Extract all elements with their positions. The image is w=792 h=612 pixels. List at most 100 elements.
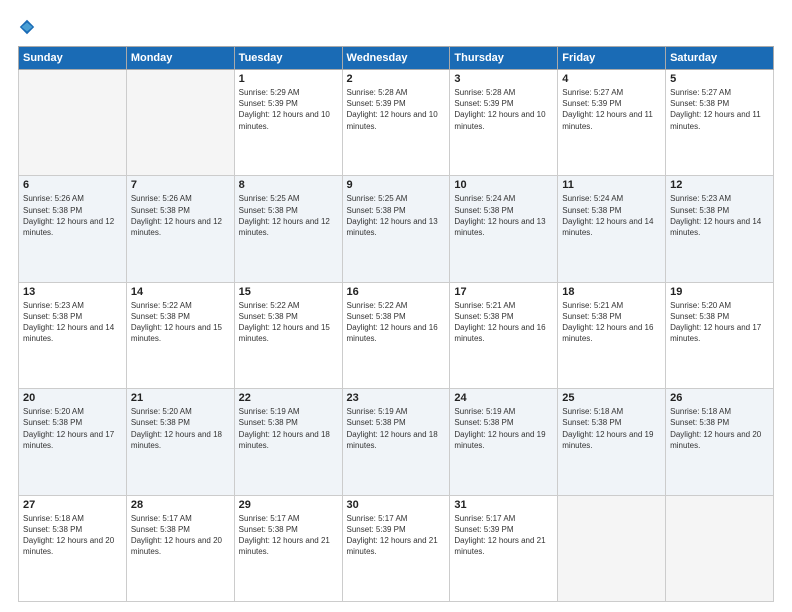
week-row-2: 6 Sunrise: 5:26 AMSunset: 5:38 PMDaylight… bbox=[19, 176, 774, 282]
day-detail: Sunrise: 5:20 AMSunset: 5:38 PMDaylight:… bbox=[23, 406, 122, 451]
day-detail: Sunrise: 5:28 AMSunset: 5:39 PMDaylight:… bbox=[454, 87, 553, 132]
weekday-wednesday: Wednesday bbox=[342, 47, 450, 70]
calendar-cell: 6 Sunrise: 5:26 AMSunset: 5:38 PMDaylight… bbox=[19, 176, 127, 282]
page: SundayMondayTuesdayWednesdayThursdayFrid… bbox=[0, 0, 792, 612]
calendar-cell: 2 Sunrise: 5:28 AMSunset: 5:39 PMDaylight… bbox=[342, 70, 450, 176]
calendar-cell: 9 Sunrise: 5:25 AMSunset: 5:38 PMDaylight… bbox=[342, 176, 450, 282]
day-detail: Sunrise: 5:25 AMSunset: 5:38 PMDaylight:… bbox=[347, 193, 446, 238]
day-detail: Sunrise: 5:21 AMSunset: 5:38 PMDaylight:… bbox=[562, 300, 661, 345]
day-number: 10 bbox=[454, 179, 553, 191]
day-number: 1 bbox=[239, 73, 338, 85]
calendar-cell: 4 Sunrise: 5:27 AMSunset: 5:39 PMDaylight… bbox=[558, 70, 666, 176]
day-number: 25 bbox=[562, 392, 661, 404]
calendar-cell: 23Sunrise: 5:19 AMSunset: 5:38 PMDayligh… bbox=[342, 389, 450, 495]
week-row-4: 20 Sunrise: 5:20 AMSunset: 5:38 PMDayligh… bbox=[19, 389, 774, 495]
day-detail: Sunrise: 5:18 AMSunset: 5:38 PMDaylight:… bbox=[562, 406, 661, 451]
week-row-1: 1 Sunrise: 5:29 AMSunset: 5:39 PMDaylight… bbox=[19, 70, 774, 176]
day-detail: Sunrise: 5:17 AMSunset: 5:38 PMDaylight:… bbox=[239, 513, 338, 558]
calendar-cell: 15 Sunrise: 5:22 AMSunset: 5:38 PMDayligh… bbox=[234, 282, 342, 388]
day-number: 4 bbox=[562, 73, 661, 85]
calendar-cell: 27 Sunrise: 5:18 AMSunset: 5:38 PMDayligh… bbox=[19, 495, 127, 601]
day-detail: Sunrise: 5:18 AMSunset: 5:38 PMDaylight:… bbox=[23, 513, 122, 558]
calendar-cell: 30Sunrise: 5:17 AMSunset: 5:39 PMDayligh… bbox=[342, 495, 450, 601]
calendar-cell: 7 Sunrise: 5:26 AMSunset: 5:38 PMDaylight… bbox=[126, 176, 234, 282]
calendar-cell: 26 Sunrise: 5:18 AMSunset: 5:38 PMDayligh… bbox=[666, 389, 774, 495]
calendar-cell: 14Sunrise: 5:22 AMSunset: 5:38 PMDayligh… bbox=[126, 282, 234, 388]
day-number: 21 bbox=[131, 392, 230, 404]
calendar-cell: 21 Sunrise: 5:20 AMSunset: 5:38 PMDayligh… bbox=[126, 389, 234, 495]
day-number: 22 bbox=[239, 392, 338, 404]
day-detail: Sunrise: 5:24 AMSunset: 5:38 PMDaylight:… bbox=[454, 193, 553, 238]
day-detail: Sunrise: 5:19 AMSunset: 5:38 PMDaylight:… bbox=[239, 406, 338, 451]
day-detail: Sunrise: 5:21 AMSunset: 5:38 PMDaylight:… bbox=[454, 300, 553, 345]
day-detail: Sunrise: 5:26 AMSunset: 5:38 PMDaylight:… bbox=[23, 193, 122, 238]
day-number: 24 bbox=[454, 392, 553, 404]
logo bbox=[18, 18, 40, 36]
calendar-table: SundayMondayTuesdayWednesdayThursdayFrid… bbox=[18, 46, 774, 602]
weekday-friday: Friday bbox=[558, 47, 666, 70]
day-detail: Sunrise: 5:24 AMSunset: 5:38 PMDaylight:… bbox=[562, 193, 661, 238]
day-detail: Sunrise: 5:28 AMSunset: 5:39 PMDaylight:… bbox=[347, 87, 446, 132]
calendar-cell: 20 Sunrise: 5:20 AMSunset: 5:38 PMDayligh… bbox=[19, 389, 127, 495]
calendar-cell: 24 Sunrise: 5:19 AMSunset: 5:38 PMDayligh… bbox=[450, 389, 558, 495]
day-detail: Sunrise: 5:19 AMSunset: 5:38 PMDaylight:… bbox=[454, 406, 553, 451]
calendar-cell: 1 Sunrise: 5:29 AMSunset: 5:39 PMDaylight… bbox=[234, 70, 342, 176]
calendar-cell: 5Sunrise: 5:27 AMSunset: 5:38 PMDaylight… bbox=[666, 70, 774, 176]
weekday-monday: Monday bbox=[126, 47, 234, 70]
calendar-cell: 31 Sunrise: 5:17 AMSunset: 5:39 PMDayligh… bbox=[450, 495, 558, 601]
day-number: 9 bbox=[347, 179, 446, 191]
day-number: 5 bbox=[670, 73, 769, 85]
calendar-cell: 16 Sunrise: 5:22 AMSunset: 5:38 PMDayligh… bbox=[342, 282, 450, 388]
calendar-cell: 25 Sunrise: 5:18 AMSunset: 5:38 PMDayligh… bbox=[558, 389, 666, 495]
header bbox=[18, 18, 774, 36]
day-number: 28 bbox=[131, 499, 230, 511]
day-detail: Sunrise: 5:23 AMSunset: 5:38 PMDaylight:… bbox=[670, 193, 769, 238]
day-number: 20 bbox=[23, 392, 122, 404]
day-detail: Sunrise: 5:20 AMSunset: 5:38 PMDaylight:… bbox=[131, 406, 230, 451]
weekday-header-row: SundayMondayTuesdayWednesdayThursdayFrid… bbox=[19, 47, 774, 70]
day-number: 6 bbox=[23, 179, 122, 191]
day-detail: Sunrise: 5:17 AMSunset: 5:39 PMDaylight:… bbox=[454, 513, 553, 558]
day-detail: Sunrise: 5:20 AMSunset: 5:38 PMDaylight:… bbox=[670, 300, 769, 345]
day-detail: Sunrise: 5:23 AMSunset: 5:38 PMDaylight:… bbox=[23, 300, 122, 345]
calendar-cell: 22 Sunrise: 5:19 AMSunset: 5:38 PMDayligh… bbox=[234, 389, 342, 495]
calendar-cell bbox=[558, 495, 666, 601]
day-number: 15 bbox=[239, 286, 338, 298]
calendar-cell: 3Sunrise: 5:28 AMSunset: 5:39 PMDaylight… bbox=[450, 70, 558, 176]
day-number: 14 bbox=[131, 286, 230, 298]
day-number: 18 bbox=[562, 286, 661, 298]
calendar-cell: 12 Sunrise: 5:23 AMSunset: 5:38 PMDayligh… bbox=[666, 176, 774, 282]
calendar-cell: 29 Sunrise: 5:17 AMSunset: 5:38 PMDayligh… bbox=[234, 495, 342, 601]
day-detail: Sunrise: 5:18 AMSunset: 5:38 PMDaylight:… bbox=[670, 406, 769, 451]
calendar-cell bbox=[126, 70, 234, 176]
week-row-3: 13 Sunrise: 5:23 AMSunset: 5:38 PMDayligh… bbox=[19, 282, 774, 388]
day-number: 26 bbox=[670, 392, 769, 404]
day-detail: Sunrise: 5:19 AMSunset: 5:38 PMDaylight:… bbox=[347, 406, 446, 451]
day-detail: Sunrise: 5:17 AMSunset: 5:38 PMDaylight:… bbox=[131, 513, 230, 558]
calendar-cell: 28 Sunrise: 5:17 AMSunset: 5:38 PMDayligh… bbox=[126, 495, 234, 601]
calendar-cell: 8Sunrise: 5:25 AMSunset: 5:38 PMDaylight… bbox=[234, 176, 342, 282]
day-number: 11 bbox=[562, 179, 661, 191]
day-number: 13 bbox=[23, 286, 122, 298]
day-number: 29 bbox=[239, 499, 338, 511]
day-number: 16 bbox=[347, 286, 446, 298]
day-number: 7 bbox=[131, 179, 230, 191]
day-number: 12 bbox=[670, 179, 769, 191]
week-row-5: 27 Sunrise: 5:18 AMSunset: 5:38 PMDayligh… bbox=[19, 495, 774, 601]
calendar-cell: 13 Sunrise: 5:23 AMSunset: 5:38 PMDayligh… bbox=[19, 282, 127, 388]
day-detail: Sunrise: 5:27 AMSunset: 5:39 PMDaylight:… bbox=[562, 87, 661, 132]
day-detail: Sunrise: 5:22 AMSunset: 5:38 PMDaylight:… bbox=[239, 300, 338, 345]
day-detail: Sunrise: 5:26 AMSunset: 5:38 PMDaylight:… bbox=[131, 193, 230, 238]
day-number: 31 bbox=[454, 499, 553, 511]
weekday-saturday: Saturday bbox=[666, 47, 774, 70]
day-number: 30 bbox=[347, 499, 446, 511]
day-number: 8 bbox=[239, 179, 338, 191]
day-number: 17 bbox=[454, 286, 553, 298]
day-detail: Sunrise: 5:29 AMSunset: 5:39 PMDaylight:… bbox=[239, 87, 338, 132]
calendar-cell bbox=[19, 70, 127, 176]
calendar-cell bbox=[666, 495, 774, 601]
day-number: 2 bbox=[347, 73, 446, 85]
day-number: 27 bbox=[23, 499, 122, 511]
calendar-cell: 10 Sunrise: 5:24 AMSunset: 5:38 PMDayligh… bbox=[450, 176, 558, 282]
day-detail: Sunrise: 5:22 AMSunset: 5:38 PMDaylight:… bbox=[347, 300, 446, 345]
